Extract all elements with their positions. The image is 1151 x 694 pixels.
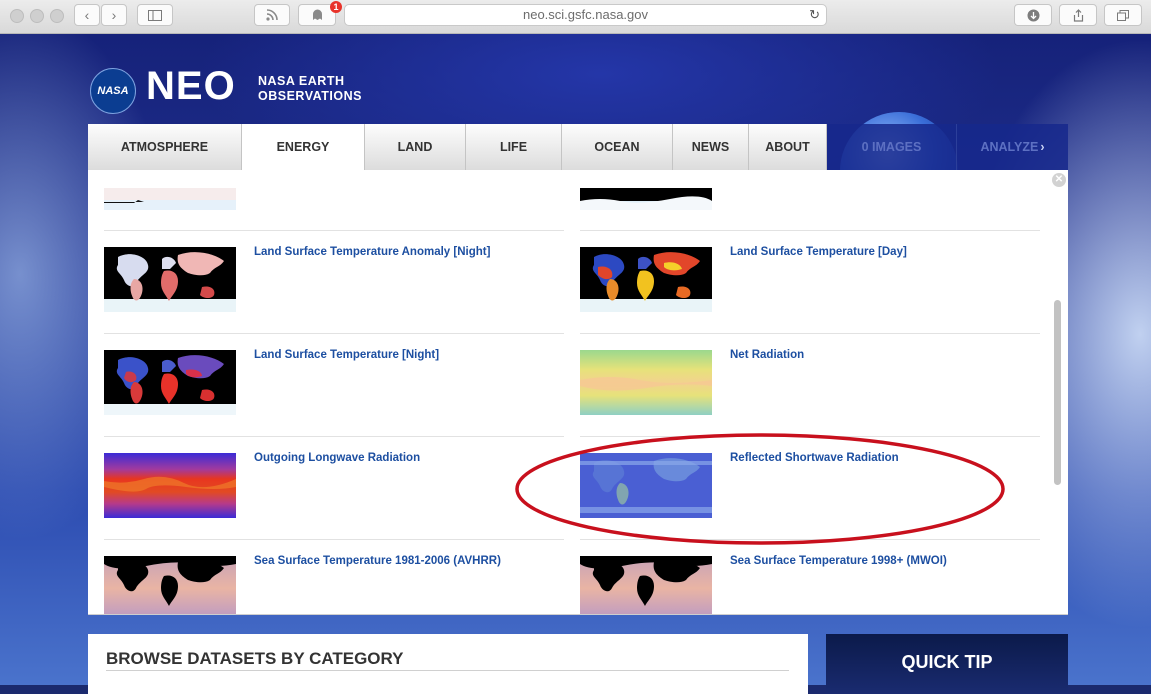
minimize-window-dot[interactable] [30,9,44,23]
forward-button[interactable]: › [101,4,127,26]
dataset-item[interactable]: Sea Surface Temperature 1998+ (MWOI) [564,541,1024,614]
tagline-line2: OBSERVATIONS [258,89,362,103]
dataset-title[interactable]: Land Surface Temperature [Night] [254,349,439,361]
dataset-thumbnail [580,556,712,614]
zoom-window-dot[interactable] [50,9,64,23]
dataset-thumbnail [580,247,712,312]
row-divider [104,436,564,437]
notification-badge: 1 [330,1,342,13]
downloads-button[interactable] [1014,4,1052,26]
tab-images[interactable]: 0 IMAGES [827,124,957,170]
dataset-thumbnail-partial[interactable] [104,188,236,210]
chevron-right-icon: › [1040,140,1045,154]
ghost-icon [312,9,322,20]
chevron-left-icon: ‹ [84,7,90,23]
tab-life[interactable]: LIFE [466,124,562,170]
browser-toolbar: ‹ › 1 neo.sci.gsfc.nasa.gov ↻ [0,0,1151,34]
tabs-icon [1117,9,1129,21]
dataset-panel: ✕ Land Surface Temperature Anomaly [Nigh… [88,170,1068,615]
tab-analyze-label: ANALYZE [980,140,1039,154]
tab-atmosphere[interactable]: ATMOSPHERE [88,124,242,170]
dataset-thumbnail-partial[interactable] [580,188,712,210]
category-nav: ATMOSPHERE ENERGY LAND LIFE OCEAN NEWS A… [88,124,1068,170]
tabs-overview-button[interactable] [1104,4,1142,26]
tab-analyze[interactable]: ANALYZE › [957,124,1068,170]
tab-energy[interactable]: ENERGY [242,124,365,170]
tab-news[interactable]: NEWS [673,124,749,170]
row-divider [104,539,564,540]
dataset-item[interactable]: Net Radiation [564,335,1024,438]
tagline-line1: NASA EARTH [258,74,345,88]
browse-section: BROWSE DATASETS BY CATEGORY [88,634,808,694]
share-button[interactable] [1059,4,1097,26]
quick-tip-box: QUICK TIP [826,634,1068,694]
row-divider [104,333,564,334]
scrollbar-thumb[interactable] [1054,300,1061,485]
dataset-thumbnail [104,453,236,518]
rss-icon [266,9,278,21]
row-divider [104,230,564,231]
dataset-item[interactable]: Land Surface Temperature Anomaly [Night] [88,232,548,335]
dataset-thumbnail [104,556,236,614]
rss-button[interactable] [254,4,290,26]
address-bar[interactable]: neo.sci.gsfc.nasa.gov ↻ [344,4,827,26]
share-icon [1073,8,1083,22]
dataset-thumbnail [104,350,236,415]
tab-land[interactable]: LAND [365,124,466,170]
sidebar-icon [148,9,162,21]
tab-ocean[interactable]: OCEAN [562,124,673,170]
highlight-ellipse [515,433,1005,545]
reload-icon[interactable]: ↻ [809,5,820,25]
url-text: neo.sci.gsfc.nasa.gov [522,7,649,22]
dataset-title[interactable]: Sea Surface Temperature 1998+ (MWOI) [730,555,947,567]
row-divider [580,333,1040,334]
browse-title: BROWSE DATASETS BY CATEGORY [106,649,404,668]
quick-tip-title: QUICK TIP [901,652,993,672]
dataset-title[interactable]: Land Surface Temperature [Day] [730,246,907,258]
dataset-thumbnail [580,350,712,415]
close-window-dot[interactable] [10,9,24,23]
neo-logo-text: NEO [146,64,236,108]
section-divider [106,670,789,671]
logo-tagline: NASA EARTH OBSERVATIONS [258,74,398,104]
dataset-item[interactable]: Sea Surface Temperature 1981-2006 (AVHRR… [88,541,548,614]
dataset-title[interactable]: Land Surface Temperature Anomaly [Night] [254,246,490,258]
chevron-right-icon: › [111,7,117,23]
back-button[interactable]: ‹ [74,4,100,26]
row-divider [580,230,1040,231]
sidebar-button[interactable] [137,4,173,26]
dataset-item[interactable]: Land Surface Temperature [Day] [564,232,1024,335]
nasa-logo: NASA [90,68,136,114]
download-icon [1027,9,1039,21]
tab-about[interactable]: ABOUT [749,124,827,170]
dataset-title[interactable]: Outgoing Longwave Radiation [254,452,420,464]
dataset-title[interactable]: Net Radiation [730,349,804,361]
dataset-title[interactable]: Sea Surface Temperature 1981-2006 (AVHRR… [254,555,501,567]
dataset-item[interactable]: Outgoing Longwave Radiation [88,438,548,541]
close-icon[interactable]: ✕ [1052,173,1066,187]
dataset-thumbnail [104,247,236,312]
dataset-item[interactable]: Land Surface Temperature [Night] [88,335,548,438]
